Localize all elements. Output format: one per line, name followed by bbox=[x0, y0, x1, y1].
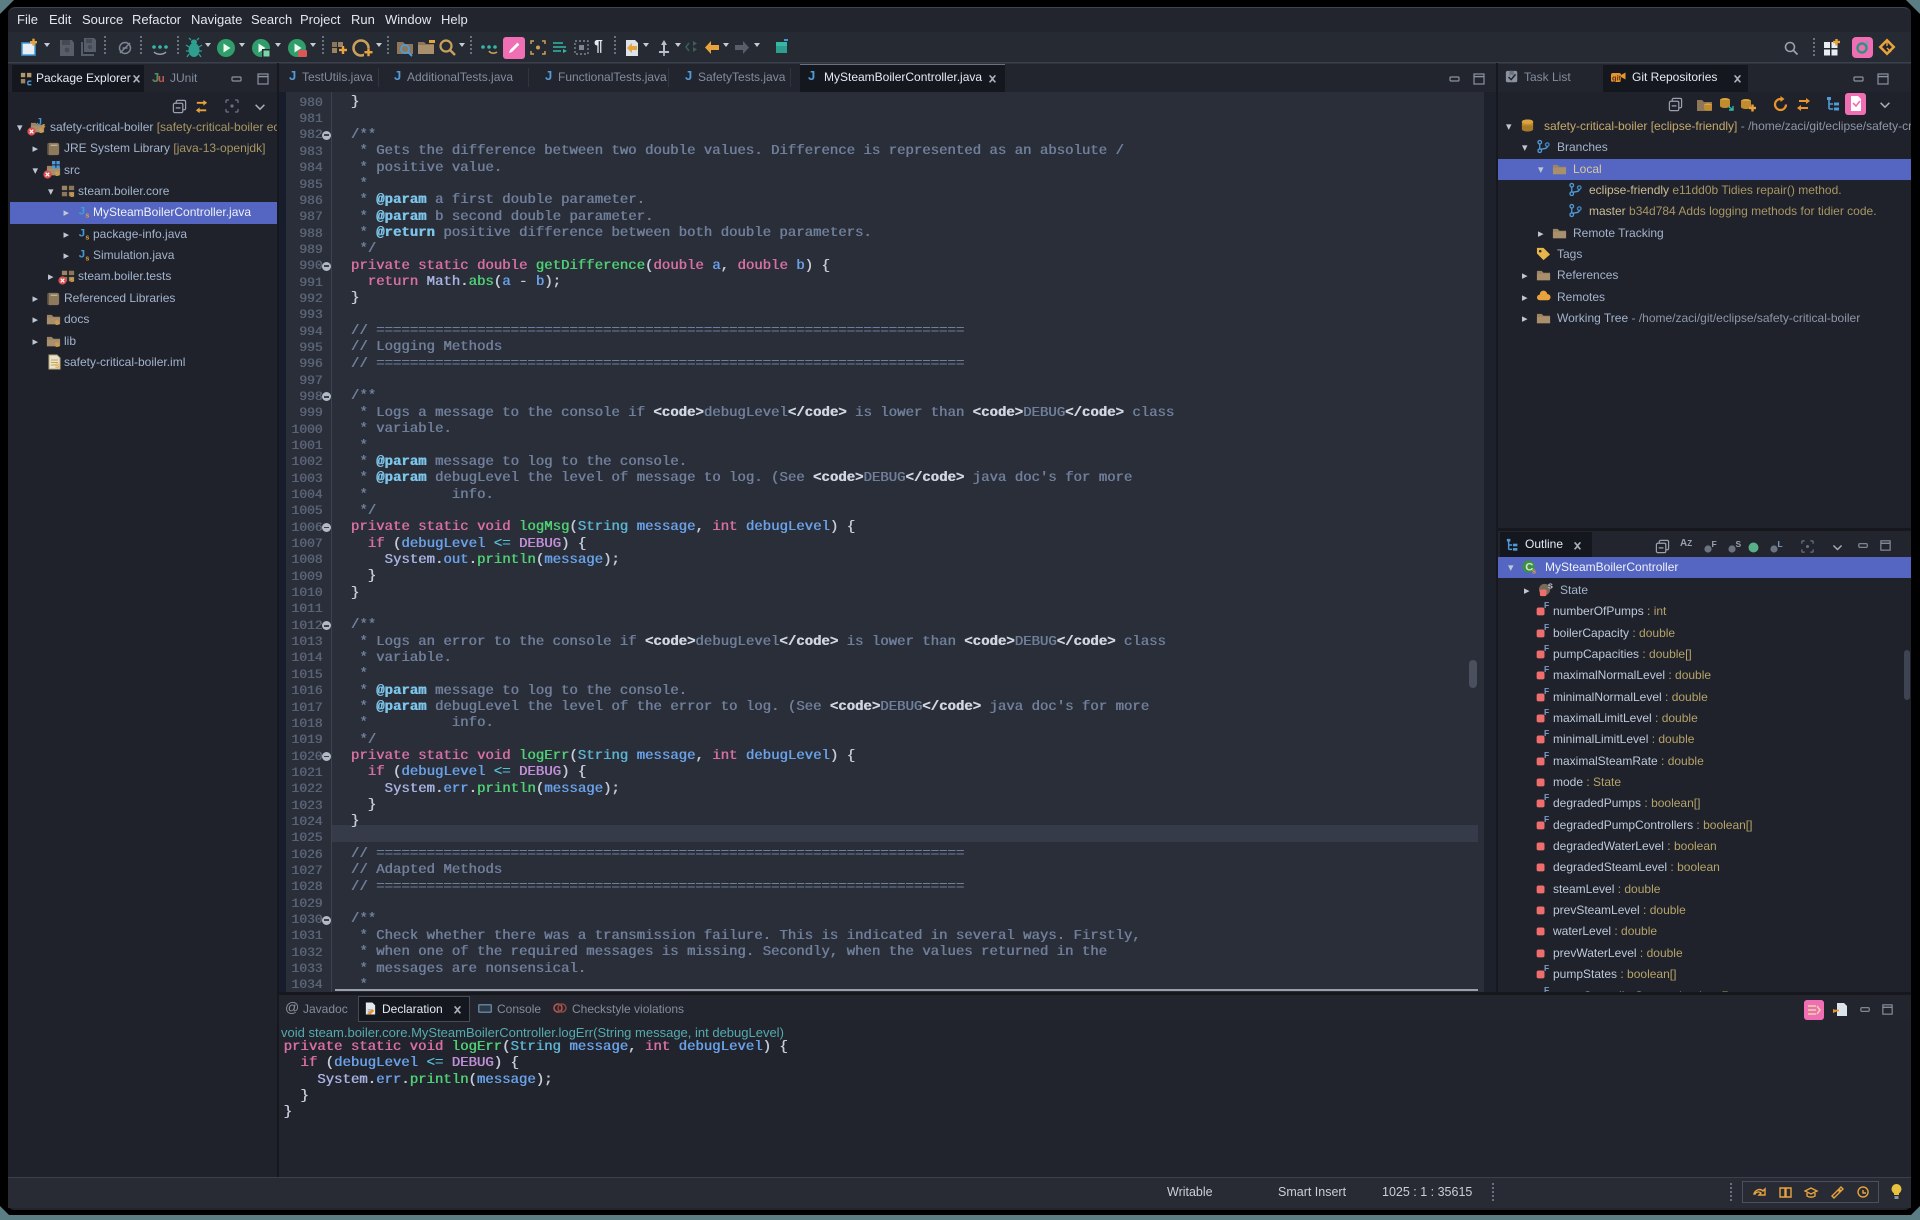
svg-text:L: L bbox=[1778, 540, 1783, 549]
svg-text:git: git bbox=[1612, 74, 1622, 83]
svg-text:S: S bbox=[1736, 540, 1742, 549]
svg-text:F: F bbox=[1712, 540, 1717, 549]
